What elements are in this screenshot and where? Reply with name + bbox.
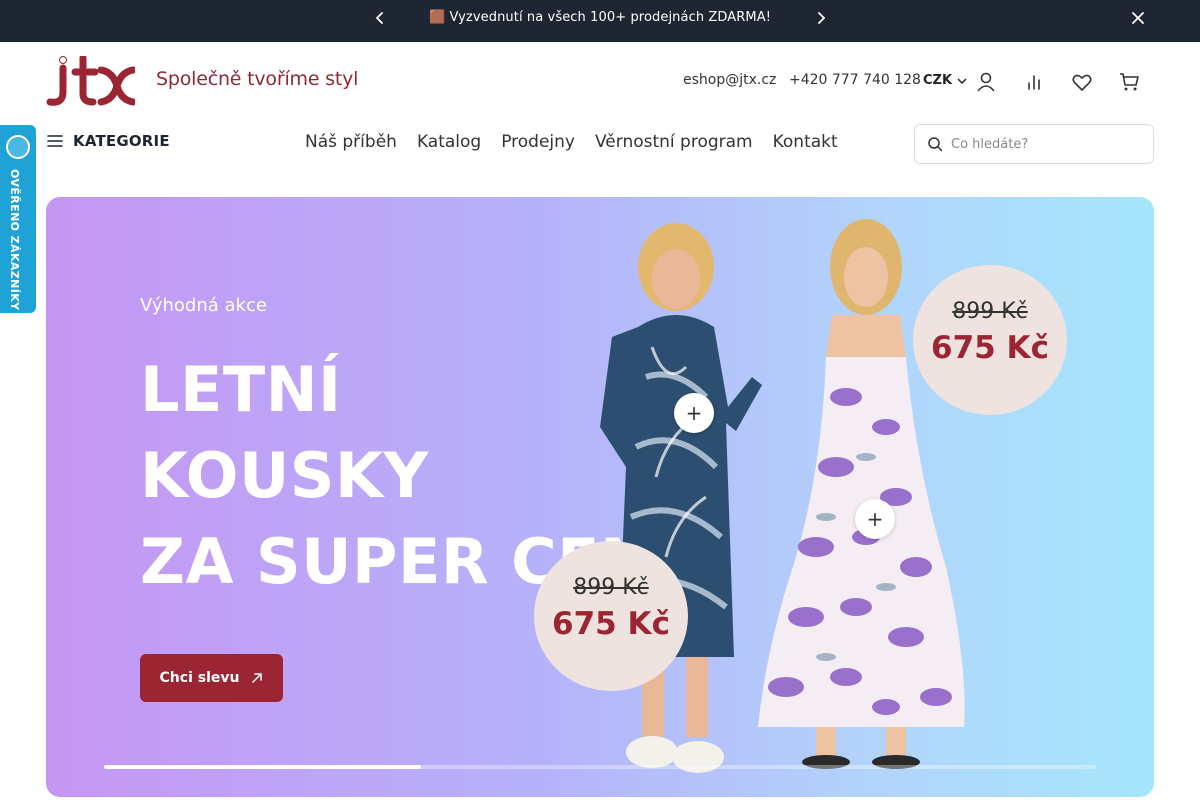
currency-selector[interactable]: CZK <box>923 73 968 88</box>
nav-link-catalog[interactable]: Katalog <box>417 132 481 152</box>
categories-menu-button[interactable]: KATEGORIE <box>47 132 170 150</box>
close-icon[interactable] <box>1128 8 1148 28</box>
old-price: 899 Kč <box>573 575 649 600</box>
get-discount-button[interactable]: Chci slevu <box>140 654 283 702</box>
hero-eyebrow: Výhodná akce <box>140 295 267 316</box>
old-price: 899 Kč <box>952 299 1028 324</box>
price-bubble: 899 Kč 675 Kč <box>534 541 688 691</box>
heart-icon[interactable] <box>1071 71 1093 93</box>
verified-by-customers-badge[interactable]: OVĚŘENO ZÁKAZNÍKY <box>0 125 36 313</box>
cta-label: Chci slevu <box>159 670 240 686</box>
main-nav: Náš příběh Katalog Prodejny Věrnostní pr… <box>305 132 838 152</box>
nav-link-contact[interactable]: Kontakt <box>773 132 838 152</box>
verification-seal-icon <box>6 135 30 159</box>
menu-icon <box>47 135 63 147</box>
email-link[interactable]: eshop@jtx.cz <box>683 72 776 88</box>
price-bubble: 899 Kč 675 Kč <box>913 265 1067 415</box>
product-hotspot-plus-icon[interactable]: + <box>674 393 714 433</box>
search-icon <box>928 137 943 152</box>
search-input[interactable] <box>951 136 1141 152</box>
arrow-up-right-icon <box>252 673 263 683</box>
chevron-down-icon <box>957 77 967 84</box>
currency-label: CZK <box>923 73 953 88</box>
phone-link[interactable]: +420 777 740 128 <box>789 72 921 88</box>
slide-progress-fill <box>104 765 422 769</box>
tagline: Společně tvoříme styl <box>156 68 359 90</box>
announcement-bar: 🟫 Vyzvednutí na všech 100+ prodejnách ZD… <box>0 0 1200 42</box>
compare-icon[interactable] <box>1023 71 1045 93</box>
hero-banner: Výhodná akce LETNÍ KOUSKY ZA SUPER CENU <box>46 197 1154 797</box>
nav-link-loyalty[interactable]: Věrnostní program <box>595 132 753 152</box>
user-icon[interactable] <box>975 71 997 93</box>
nav-link-stores[interactable]: Prodejny <box>501 132 575 152</box>
verified-badge-text: OVĚŘENO ZÁKAZNÍKY <box>8 169 21 311</box>
jtx-logo[interactable] <box>45 54 137 108</box>
sale-price: 675 Kč <box>552 606 670 642</box>
slide-progress-bar[interactable] <box>104 765 1096 769</box>
nav-link-story[interactable]: Náš příběh <box>305 132 397 152</box>
categories-label: KATEGORIE <box>73 132 170 150</box>
search-box <box>914 124 1154 164</box>
chevron-right-icon[interactable] <box>811 8 831 28</box>
announcement-text: 🟫 Vyzvednutí na všech 100+ prodejnách ZD… <box>428 10 772 25</box>
sale-price: 675 Kč <box>931 330 1049 366</box>
product-hotspot-plus-icon[interactable]: + <box>855 499 895 539</box>
cart-icon[interactable] <box>1118 71 1140 93</box>
